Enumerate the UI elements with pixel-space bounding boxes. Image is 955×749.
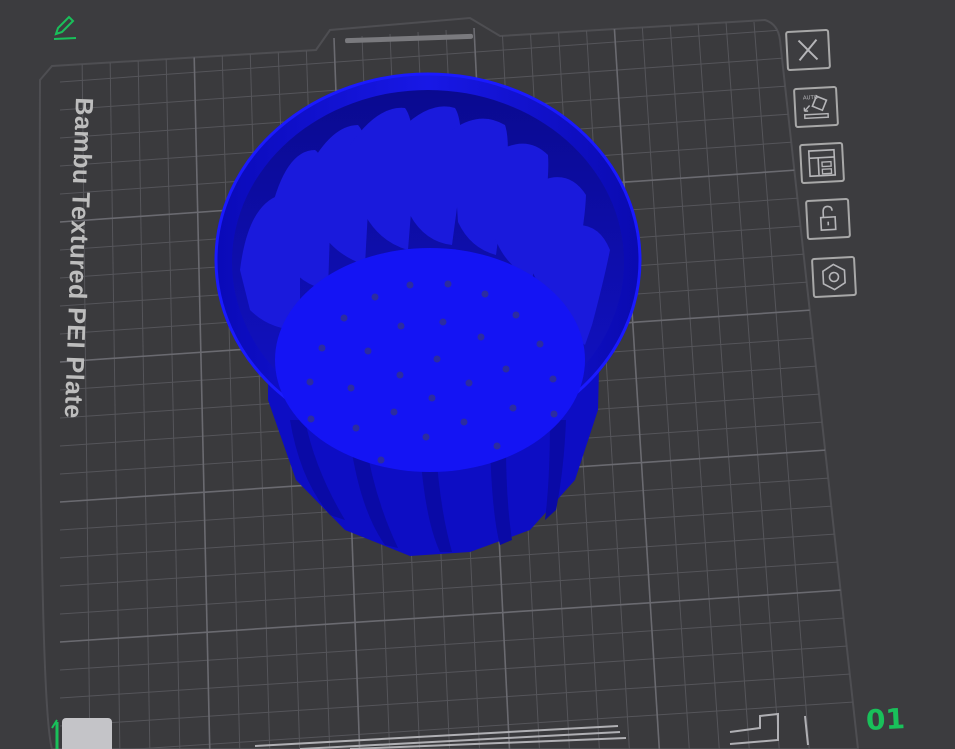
arrange-icon [807,148,837,178]
close-icon [797,39,819,61]
auto-orient-icon: AUTO [803,95,830,120]
unlock-icon [819,205,837,232]
3d-viewport[interactable]: Bambu Textured PEI Plate 01 AUTO [0,0,955,749]
close-button[interactable] [784,28,832,72]
settings-button[interactable] [810,255,858,299]
edit-pencil-icon[interactable] [50,12,80,42]
arrange-button[interactable] [798,141,846,185]
hex-settings-icon [822,263,846,291]
plate-number[interactable]: 01 [865,702,906,737]
lock-button[interactable] [804,197,852,241]
auto-orient-button[interactable]: AUTO [792,85,840,129]
